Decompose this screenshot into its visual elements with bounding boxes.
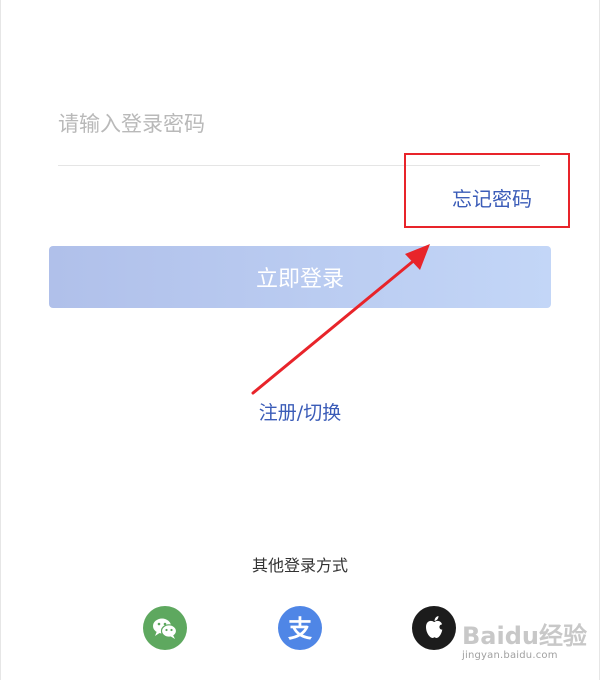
wechat-login-button[interactable]: [143, 606, 187, 650]
svg-text:支: 支: [288, 615, 313, 643]
apple-icon: [426, 616, 445, 638]
password-input[interactable]: [58, 104, 540, 144]
login-button[interactable]: 立即登录: [49, 246, 551, 308]
baidu-jingyan-watermark: Baidu经验 jingyan.baidu.com: [458, 616, 598, 678]
register-switch-link[interactable]: 注册/切换: [0, 398, 600, 425]
watermark-logo: Baidu经验: [462, 622, 587, 650]
frame-left-border: [0, 0, 1, 680]
wechat-icon: [153, 618, 178, 639]
other-login-title: 其他登录方式: [251, 556, 348, 575]
alipay-login-button[interactable]: 支: [278, 606, 322, 650]
apple-login-button[interactable]: [412, 606, 456, 650]
annotation-arrow: [251, 244, 430, 395]
watermark-url: jingyan.baidu.com: [462, 650, 558, 661]
alipay-icon: 支: [288, 615, 313, 643]
annotation-highlight-box: [404, 153, 570, 228]
